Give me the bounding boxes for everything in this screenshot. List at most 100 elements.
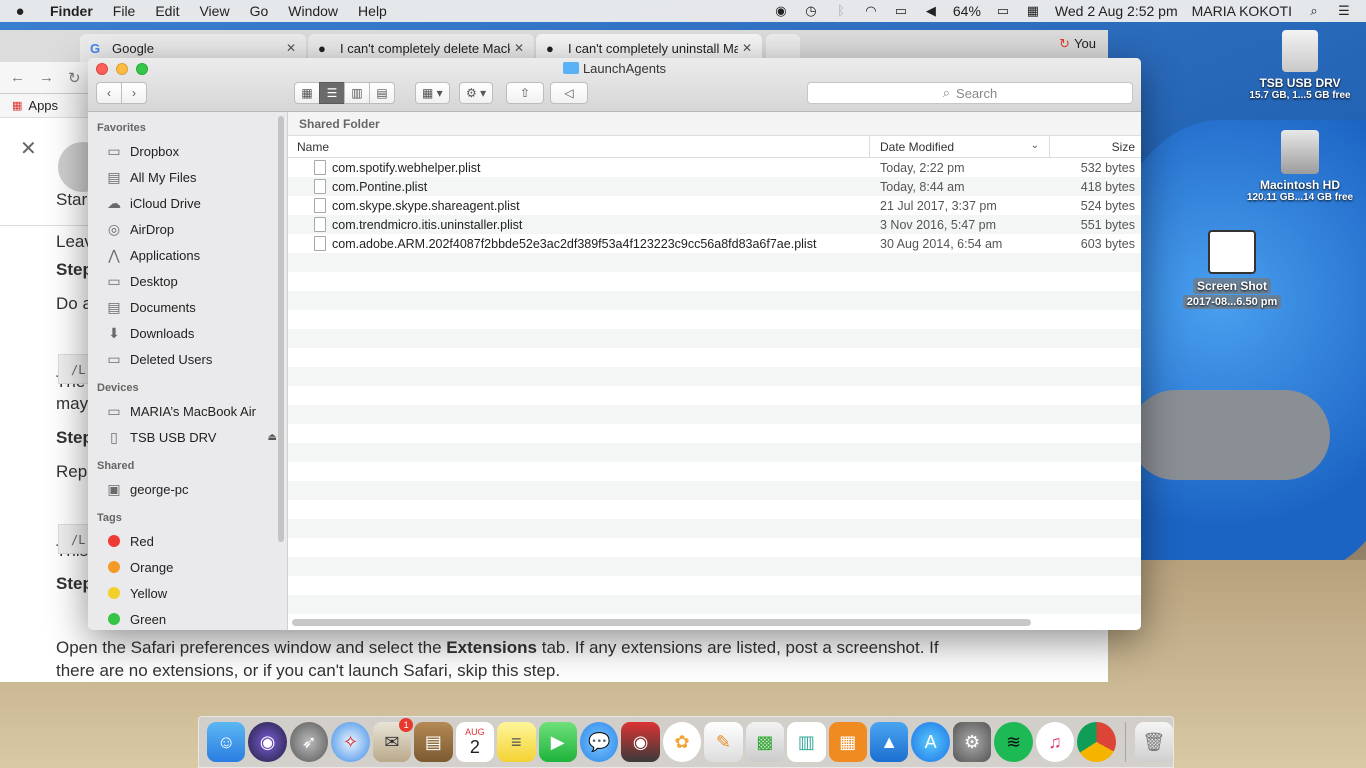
- column-view-button[interactable]: ▥: [344, 82, 370, 104]
- dock-siri-icon[interactable]: ◉: [248, 722, 287, 762]
- dock-safari-icon[interactable]: ✧: [331, 722, 370, 762]
- dock-finder-icon[interactable]: ☺: [207, 722, 246, 762]
- file-row[interactable]: com.Pontine.plist Today, 8:44 am 418 bytes: [288, 177, 1141, 196]
- dock-keynote-icon[interactable]: ▲: [870, 722, 909, 762]
- sidebar-tag-red[interactable]: Red: [88, 528, 287, 554]
- dock-trash-icon[interactable]: 🗑: [1134, 722, 1174, 762]
- sidebar-item-icloud-drive[interactable]: ☁ iCloud Drive: [88, 190, 287, 216]
- dock-notes-icon[interactable]: ≡: [497, 722, 536, 762]
- sidebar-device-tsb-usb-drv[interactable]: ▯ TSB USB DRV ⏏: [88, 424, 287, 450]
- arrange-button[interactable]: ▦ ▾: [415, 82, 450, 104]
- apple-menu-icon[interactable]: ●: [0, 3, 40, 20]
- notification-center-icon[interactable]: ☰: [1336, 4, 1352, 18]
- sidebar-item-deleted-users[interactable]: ▭ Deleted Users: [88, 346, 287, 372]
- desktop-hard-drive[interactable]: Macintosh HD 120.11 GB...14 GB free: [1242, 130, 1358, 203]
- battery-icon[interactable]: ▭: [995, 4, 1011, 18]
- menu-file[interactable]: File: [103, 3, 146, 19]
- menu-view[interactable]: View: [189, 3, 239, 19]
- reload-icon[interactable]: ↻: [68, 69, 81, 87]
- input-menu-icon[interactable]: ▦: [1025, 4, 1041, 18]
- list-view-button[interactable]: ☰: [319, 82, 345, 104]
- airplay-icon[interactable]: ▭: [893, 4, 909, 18]
- dock-photos-icon[interactable]: ✿: [662, 722, 702, 762]
- profile-badge[interactable]: ↻ You: [1059, 36, 1096, 52]
- desktop-usb-drive[interactable]: TSB USB DRV 15.7 GB, 1...5 GB free: [1246, 30, 1354, 101]
- desktop-screenshot-file[interactable]: Screen Shot 2017-08...6.50 pm: [1172, 230, 1292, 309]
- dock-app-store-icon[interactable]: A: [911, 722, 950, 762]
- file-date: 30 Aug 2014, 6:54 am: [880, 236, 1003, 251]
- dock-mail-icon[interactable]: ✉ 1: [372, 718, 414, 762]
- sidebar-scrollbar[interactable]: [278, 116, 284, 542]
- dock-itunes-icon[interactable]: ♫: [1035, 722, 1075, 762]
- dock-messages-icon[interactable]: 💬: [579, 722, 619, 762]
- battery-percent[interactable]: 64%: [953, 3, 981, 19]
- sidebar-item-airdrop[interactable]: ◎ AirDrop: [88, 216, 287, 242]
- dock-photo-booth-icon[interactable]: ◉: [621, 722, 660, 762]
- column-size-header[interactable]: Size: [1050, 136, 1141, 157]
- action-gear-button[interactable]: ⚙ ▾: [459, 82, 494, 104]
- search-field[interactable]: ⌕ Search: [807, 82, 1133, 104]
- dock-calendar-icon[interactable]: AUG 2: [455, 722, 495, 762]
- volume-icon[interactable]: ◀: [923, 4, 939, 18]
- cover-flow-button[interactable]: ▤: [369, 82, 395, 104]
- dock-pages-icon[interactable]: ✎: [704, 722, 743, 762]
- bluetooth-icon[interactable]: ᛒ: [833, 4, 849, 18]
- sidebar-item-applications[interactable]: ⋀ Applications: [88, 242, 287, 268]
- menu-go[interactable]: Go: [240, 3, 279, 19]
- file-row[interactable]: com.skype.skype.shareagent.plist 21 Jul 2…: [288, 196, 1141, 215]
- sidebar-section-shared: Shared: [97, 460, 135, 472]
- close-tab-icon[interactable]: ✕: [742, 41, 752, 55]
- sidebar-tag-green[interactable]: Green: [88, 606, 287, 630]
- sidebar-item-desktop[interactable]: ▭ Desktop: [88, 268, 287, 294]
- forward-button[interactable]: ›: [121, 82, 147, 104]
- sidebar-item-label: Downloads: [130, 325, 195, 341]
- arrange-button-group: ▦ ▾: [415, 82, 450, 104]
- horizontal-scrollbar[interactable]: [292, 619, 1031, 626]
- spotlight-search-icon[interactable]: ⌕: [1306, 4, 1322, 18]
- file-row[interactable]: com.adobe.ARM.202f4087f2bbde52e3ac2df389…: [288, 234, 1141, 253]
- close-tab-icon[interactable]: ✕: [514, 41, 524, 55]
- sidebar-item-all-my-files[interactable]: ▤ All My Files: [88, 164, 287, 190]
- dock-system-preferences-icon[interactable]: ⚙: [952, 722, 992, 762]
- bookmark-apps[interactable]: Apps: [28, 98, 58, 113]
- dock-chrome-icon[interactable]: [1077, 722, 1116, 762]
- finder-titlebar: LaunchAgents ‹ › ▦ ☰ ▥ ▤ ▦ ▾ ⚙ ▾ ⇧ ◁ ⌕ S…: [88, 58, 1141, 112]
- dock-ibooks-icon[interactable]: ▦: [828, 722, 867, 762]
- back-icon[interactable]: ←: [10, 69, 25, 86]
- column-date-header[interactable]: Date Modified ⌄: [870, 136, 1050, 157]
- sidebar-item-dropbox[interactable]: ▭ Dropbox: [88, 138, 287, 164]
- eject-icon[interactable]: ⏏: [268, 432, 277, 443]
- sync-status-icon[interactable]: ◉: [773, 4, 789, 18]
- back-button[interactable]: ‹: [96, 82, 122, 104]
- sidebar-device-maria-s-macbook-air[interactable]: ▭ MARIA’s MacBook Air: [88, 398, 287, 424]
- sidebar-tag-orange[interactable]: Orange: [88, 554, 287, 580]
- sidebar-item-downloads[interactable]: ⬇ Downloads: [88, 320, 287, 346]
- edit-tags-button[interactable]: ◁: [550, 82, 588, 104]
- menu-clock[interactable]: Wed 2 Aug 2:52 pm: [1055, 3, 1178, 19]
- sidebar-tag-yellow[interactable]: Yellow: [88, 580, 287, 606]
- share-button[interactable]: ⇧: [506, 82, 544, 104]
- menu-edit[interactable]: Edit: [145, 3, 189, 19]
- dock-spotify-icon[interactable]: ≋: [994, 722, 1033, 762]
- dock-facetime-icon[interactable]: ▶: [538, 722, 577, 762]
- icon-view-button[interactable]: ▦: [294, 82, 320, 104]
- close-icon[interactable]: ✕: [20, 136, 37, 161]
- wifi-icon[interactable]: ◠: [863, 4, 879, 18]
- time-machine-icon[interactable]: ◷: [803, 4, 819, 18]
- menu-help[interactable]: Help: [348, 3, 397, 19]
- menu-app-name[interactable]: Finder: [40, 3, 103, 19]
- sidebar-shared-george-pc[interactable]: ▣ george-pc: [88, 476, 287, 502]
- dock-numbers-icon[interactable]: ▥: [787, 722, 826, 762]
- file-row[interactable]: com.trendmicro.itis.uninstaller.plist 3 N…: [288, 215, 1141, 234]
- apps-grid-icon[interactable]: ▦: [12, 99, 22, 112]
- dock-preview-icon[interactable]: ▩: [745, 722, 785, 762]
- close-tab-icon[interactable]: ✕: [286, 41, 296, 55]
- file-row[interactable]: com.spotify.webhelper.plist Today, 2:22 p…: [288, 158, 1141, 177]
- dock-contacts-icon[interactable]: ▤: [414, 722, 453, 762]
- column-name-header[interactable]: Name: [288, 136, 870, 157]
- sidebar-item-documents[interactable]: ▤ Documents: [88, 294, 287, 320]
- forward-icon[interactable]: →: [39, 69, 54, 86]
- user-menu[interactable]: MARIA KOKOTI: [1192, 3, 1292, 19]
- dock-launchpad-icon[interactable]: ➶: [289, 722, 329, 762]
- menu-window[interactable]: Window: [278, 3, 348, 19]
